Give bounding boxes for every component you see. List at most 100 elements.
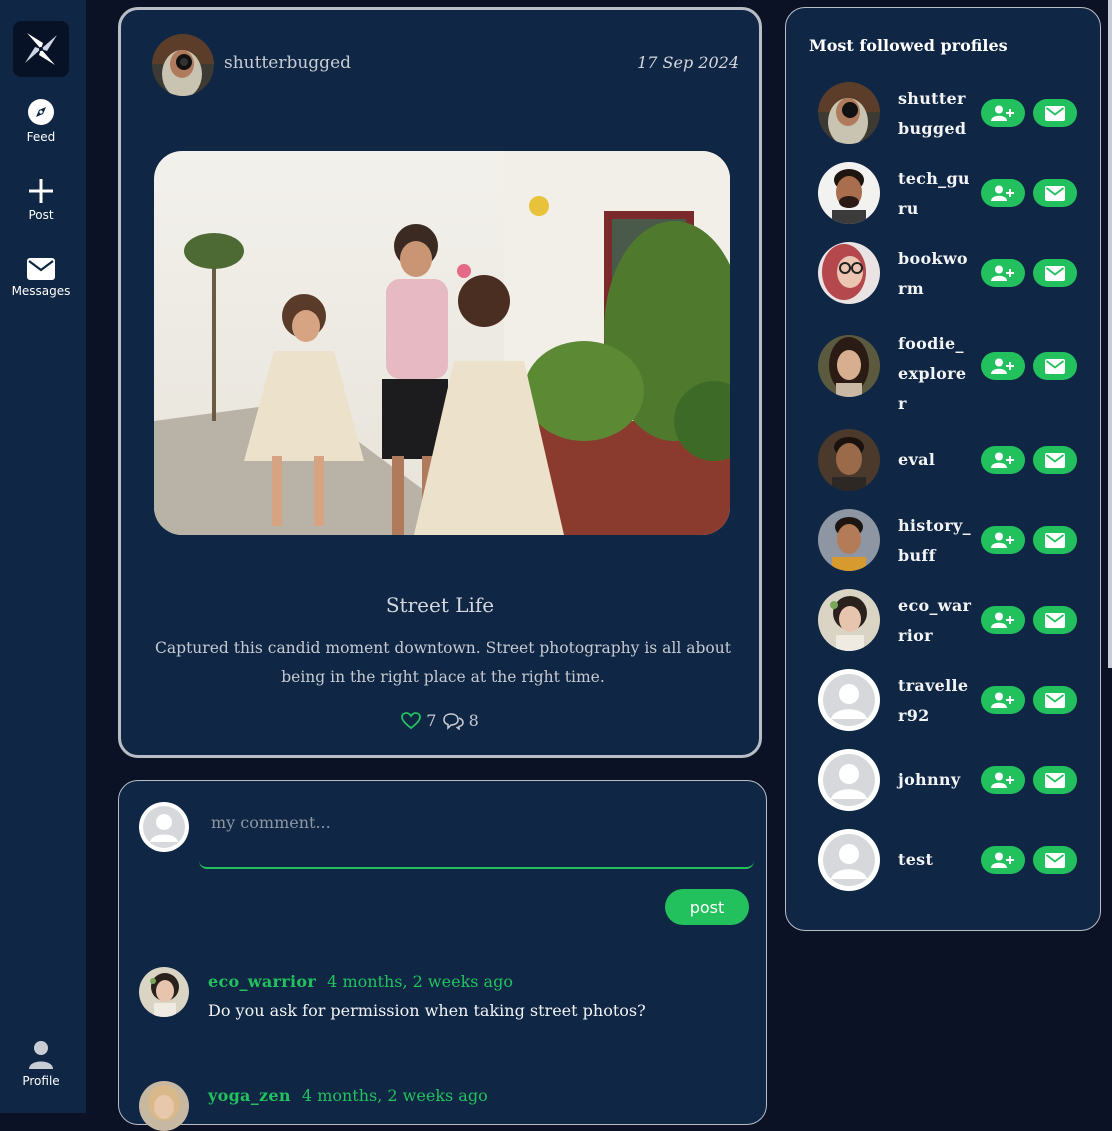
profile-avatar[interactable]: [818, 669, 880, 731]
nav-post-label: Post: [28, 208, 54, 222]
nav-profile-label: Profile: [22, 1074, 60, 1088]
user-plus-icon: [991, 105, 1014, 121]
heart-icon[interactable]: [401, 711, 422, 730]
comments-count: 8: [468, 711, 479, 730]
profile-name[interactable]: bookworm: [898, 244, 974, 304]
message-button[interactable]: [1033, 686, 1077, 714]
comment-username[interactable]: yoga_zen: [208, 1086, 291, 1105]
bookworm-avatar-icon: [818, 242, 880, 304]
follow-button[interactable]: [981, 526, 1025, 554]
post-card: shutterbugged 17 Sep 2024 Street Life Ca…: [118, 7, 762, 758]
default-avatar-icon: [143, 806, 185, 848]
user-plus-icon: [991, 358, 1014, 374]
envelope-icon: [1045, 532, 1065, 548]
follow-button[interactable]: [981, 99, 1025, 127]
profile-avatar[interactable]: [818, 162, 880, 224]
comment-time: 4 months, 2 weeks ago: [327, 972, 513, 991]
eco-warrior-avatar-icon: [818, 589, 880, 651]
profile-name[interactable]: test: [898, 845, 974, 875]
profile-name[interactable]: eco_warrior: [898, 591, 974, 651]
photographer-avatar-icon: [818, 82, 880, 144]
follow-button[interactable]: [981, 446, 1025, 474]
envelope-icon: [1045, 692, 1065, 708]
envelope-icon: [1045, 185, 1065, 201]
profile-avatar[interactable]: [818, 82, 880, 144]
profile-avatar[interactable]: [818, 829, 880, 891]
nav-messages-label: Messages: [11, 284, 71, 298]
most-followed-panel: Most followed profiles shutterbugged tec…: [785, 7, 1101, 931]
nav-post[interactable]: Post: [0, 178, 82, 222]
user-plus-icon: [991, 185, 1014, 201]
default-avatar-icon: [823, 834, 875, 886]
follow-button[interactable]: [981, 179, 1025, 207]
message-button[interactable]: [1033, 766, 1077, 794]
profile-avatar[interactable]: [818, 589, 880, 651]
post-author[interactable]: shutterbugged: [224, 53, 351, 73]
message-button[interactable]: [1033, 179, 1077, 207]
profile-avatar[interactable]: [818, 749, 880, 811]
nav-profile[interactable]: Profile: [0, 1040, 82, 1088]
user-plus-icon: [991, 772, 1014, 788]
post-comment-button[interactable]: post: [665, 889, 749, 925]
envelope-icon: [1045, 452, 1065, 468]
profile-name[interactable]: shutterbugged: [898, 84, 974, 144]
author-avatar[interactable]: [152, 34, 214, 96]
envelope-icon: [1045, 105, 1065, 121]
profile-name[interactable]: eval: [898, 445, 974, 475]
comment-username[interactable]: eco_warrior: [208, 972, 316, 991]
follow-button[interactable]: [981, 606, 1025, 634]
follow-button[interactable]: [981, 846, 1025, 874]
commenter-avatar[interactable]: [139, 1081, 189, 1131]
commenter-avatar[interactable]: [139, 967, 189, 1017]
message-button[interactable]: [1033, 259, 1077, 287]
app-logo[interactable]: [13, 21, 69, 77]
pinwheel-logo-icon: [25, 33, 57, 65]
follow-button[interactable]: [981, 686, 1025, 714]
profile-avatar[interactable]: [818, 242, 880, 304]
envelope-icon: [1045, 852, 1065, 868]
post-image[interactable]: [154, 151, 730, 535]
user-plus-icon: [991, 532, 1014, 548]
message-button[interactable]: [1033, 846, 1077, 874]
envelope-icon: [1045, 265, 1065, 281]
default-avatar-icon: [823, 754, 875, 806]
profile-name[interactable]: johnny: [898, 765, 974, 795]
eco-warrior-avatar-icon: [139, 967, 189, 1017]
comment-time: 4 months, 2 weeks ago: [301, 1086, 488, 1105]
user-icon: [29, 1041, 53, 1069]
profile-avatar[interactable]: [818, 509, 880, 571]
message-button[interactable]: [1033, 352, 1077, 380]
likes-count: 7: [426, 711, 437, 730]
profile-avatar[interactable]: [818, 429, 880, 491]
comment-input[interactable]: [199, 801, 754, 869]
nav-feed[interactable]: Feed: [0, 98, 82, 144]
follow-button[interactable]: [981, 259, 1025, 287]
profile-name[interactable]: history_buff: [898, 511, 974, 571]
nav-messages[interactable]: Messages: [0, 258, 82, 298]
message-button[interactable]: [1033, 606, 1077, 634]
message-button[interactable]: [1033, 526, 1077, 554]
photographer-avatar-icon: [152, 34, 214, 96]
profile-name[interactable]: foodie_explorer: [898, 329, 974, 419]
message-button[interactable]: [1033, 446, 1077, 474]
user-plus-icon: [991, 852, 1014, 868]
street-photo-image: [154, 151, 730, 535]
comments-icon[interactable]: [442, 712, 464, 731]
user-plus-icon: [991, 612, 1014, 628]
side-navigation: Feed Post Messages Profile: [0, 0, 86, 1113]
profile-avatar[interactable]: [818, 335, 880, 397]
profile-name[interactable]: tech_guru: [898, 164, 974, 224]
profile-name[interactable]: traveller92: [898, 671, 974, 731]
page-scrollbar[interactable]: [1108, 0, 1112, 668]
default-avatar-icon: [823, 674, 875, 726]
panel-title: Most followed profiles: [809, 36, 1008, 55]
post-title: Street Life: [385, 593, 495, 617]
follow-button[interactable]: [981, 766, 1025, 794]
follow-button[interactable]: [981, 352, 1025, 380]
plus-icon: [29, 179, 53, 203]
message-button[interactable]: [1033, 99, 1077, 127]
foodie-explorer-avatar-icon: [818, 335, 880, 397]
user-plus-icon: [991, 265, 1014, 281]
tech-guru-avatar-icon: [818, 162, 880, 224]
comment-text: Do you ask for permission when taking st…: [208, 1001, 646, 1020]
